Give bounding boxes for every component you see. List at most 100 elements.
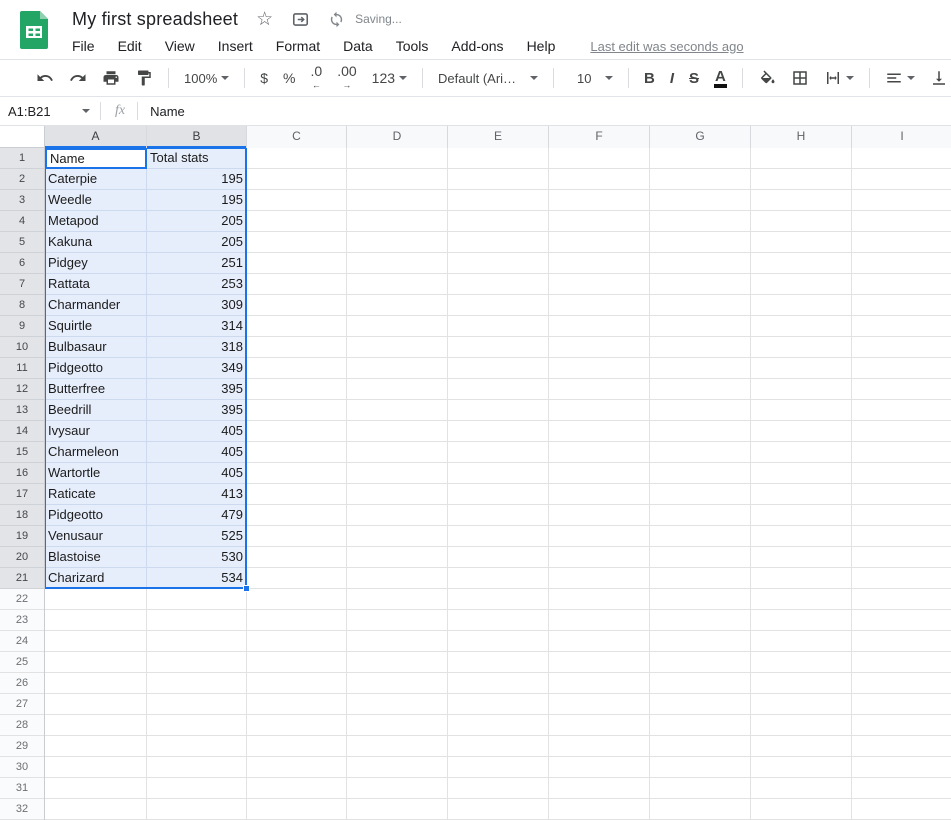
row-header-28[interactable]: 28 [0, 715, 44, 736]
cell-B20[interactable]: 530 [147, 547, 247, 568]
row-header-16[interactable]: 16 [0, 463, 44, 484]
cell-B18[interactable]: 479 [147, 505, 247, 526]
cell-A5[interactable]: Kakuna [45, 232, 147, 253]
undo-button[interactable] [36, 69, 54, 87]
cell-B12[interactable]: 395 [147, 379, 247, 400]
cell-A17[interactable]: Raticate [45, 484, 147, 505]
cell-B13[interactable]: 395 [147, 400, 247, 421]
cell-B15[interactable]: 405 [147, 442, 247, 463]
cell-A15[interactable]: Charmeleon [45, 442, 147, 463]
cell-A4[interactable]: Metapod [45, 211, 147, 232]
row-header-9[interactable]: 9 [0, 316, 44, 337]
row-header-21[interactable]: 21 [0, 568, 44, 589]
row-header-10[interactable]: 10 [0, 337, 44, 358]
menu-insert[interactable]: Insert [218, 38, 253, 54]
cell-B16[interactable]: 405 [147, 463, 247, 484]
cell-B21[interactable]: 534 [147, 568, 247, 589]
cell-B1[interactable]: Total stats [147, 148, 247, 169]
cell-A8[interactable]: Charmander [45, 295, 147, 316]
row-header-6[interactable]: 6 [0, 253, 44, 274]
cell-A7[interactable]: Rattata [45, 274, 147, 295]
cell-A14[interactable]: Ivysaur [45, 421, 147, 442]
menu-tools[interactable]: Tools [396, 38, 429, 54]
zoom-select[interactable]: 100% [184, 71, 229, 86]
row-header-26[interactable]: 26 [0, 673, 44, 694]
font-size-select[interactable]: 10 [569, 71, 613, 86]
row-header-19[interactable]: 19 [0, 526, 44, 547]
text-color-button[interactable]: A [714, 69, 727, 88]
fill-color-button[interactable] [758, 69, 776, 87]
row-header-22[interactable]: 22 [0, 589, 44, 610]
cell-A2[interactable]: Caterpie [45, 169, 147, 190]
decrease-decimal-button[interactable]: .0 ← [311, 66, 323, 90]
row-header-23[interactable]: 23 [0, 610, 44, 631]
row-header-18[interactable]: 18 [0, 505, 44, 526]
row-header-27[interactable]: 27 [0, 694, 44, 715]
row-header-17[interactable]: 17 [0, 484, 44, 505]
redo-button[interactable] [69, 69, 87, 87]
row-header-2[interactable]: 2 [0, 169, 44, 190]
menu-add-ons[interactable]: Add-ons [451, 38, 503, 54]
row-header-5[interactable]: 5 [0, 232, 44, 253]
row-header-32[interactable]: 32 [0, 799, 44, 820]
cell-A19[interactable]: Venusaur [45, 526, 147, 547]
column-header-F[interactable]: F [549, 126, 650, 148]
formula-input[interactable]: Name [150, 104, 185, 119]
select-all-corner[interactable] [0, 126, 45, 148]
menu-help[interactable]: Help [527, 38, 556, 54]
menu-file[interactable]: File [72, 38, 95, 54]
cell-A21[interactable]: Charizard [45, 568, 147, 589]
italic-button[interactable]: I [670, 70, 674, 87]
menu-edit[interactable]: Edit [118, 38, 142, 54]
cell-A11[interactable]: Pidgeotto [45, 358, 147, 379]
cell-A20[interactable]: Blastoise [45, 547, 147, 568]
cell-B19[interactable]: 525 [147, 526, 247, 547]
merge-cells-button[interactable] [824, 69, 854, 87]
print-button[interactable] [102, 69, 120, 87]
cell-B9[interactable]: 314 [147, 316, 247, 337]
paint-format-button[interactable] [135, 69, 153, 87]
row-header-14[interactable]: 14 [0, 421, 44, 442]
menu-format[interactable]: Format [276, 38, 320, 54]
column-header-B[interactable]: B [147, 126, 247, 148]
format-currency-button[interactable]: $ [260, 70, 268, 86]
row-header-20[interactable]: 20 [0, 547, 44, 568]
column-header-H[interactable]: H [751, 126, 852, 148]
horizontal-align-button[interactable] [885, 69, 915, 87]
cell-A13[interactable]: Beedrill [45, 400, 147, 421]
row-header-13[interactable]: 13 [0, 400, 44, 421]
cell-B5[interactable]: 205 [147, 232, 247, 253]
row-header-1[interactable]: 1 [0, 148, 44, 169]
cell-A6[interactable]: Pidgey [45, 253, 147, 274]
cell-A9[interactable]: Squirtle [45, 316, 147, 337]
cell-B14[interactable]: 405 [147, 421, 247, 442]
cell-B4[interactable]: 205 [147, 211, 247, 232]
sheets-logo[interactable] [20, 11, 48, 49]
star-icon[interactable]: ☆ [256, 8, 273, 31]
cell-B8[interactable]: 309 [147, 295, 247, 316]
document-title[interactable]: My first spreadsheet [72, 9, 238, 30]
cell-B2[interactable]: 195 [147, 169, 247, 190]
row-header-15[interactable]: 15 [0, 442, 44, 463]
cell-A12[interactable]: Butterfree [45, 379, 147, 400]
cell-A3[interactable]: Weedle [45, 190, 147, 211]
row-header-30[interactable]: 30 [0, 757, 44, 778]
menu-view[interactable]: View [165, 38, 195, 54]
name-box[interactable]: A1:B21 [0, 104, 100, 119]
strikethrough-button[interactable]: S [689, 70, 699, 87]
cell-B17[interactable]: 413 [147, 484, 247, 505]
cell-B10[interactable]: 318 [147, 337, 247, 358]
cell-A10[interactable]: Bulbasaur [45, 337, 147, 358]
row-header-25[interactable]: 25 [0, 652, 44, 673]
row-header-8[interactable]: 8 [0, 295, 44, 316]
bold-button[interactable]: B [644, 70, 655, 87]
row-header-24[interactable]: 24 [0, 631, 44, 652]
column-header-G[interactable]: G [650, 126, 751, 148]
more-formats-button[interactable]: 123 [372, 70, 407, 86]
cell-A1[interactable]: Name [45, 148, 147, 169]
row-header-4[interactable]: 4 [0, 211, 44, 232]
format-percent-button[interactable]: % [283, 70, 295, 86]
row-header-29[interactable]: 29 [0, 736, 44, 757]
column-header-I[interactable]: I [852, 126, 951, 148]
column-header-C[interactable]: C [247, 126, 347, 148]
